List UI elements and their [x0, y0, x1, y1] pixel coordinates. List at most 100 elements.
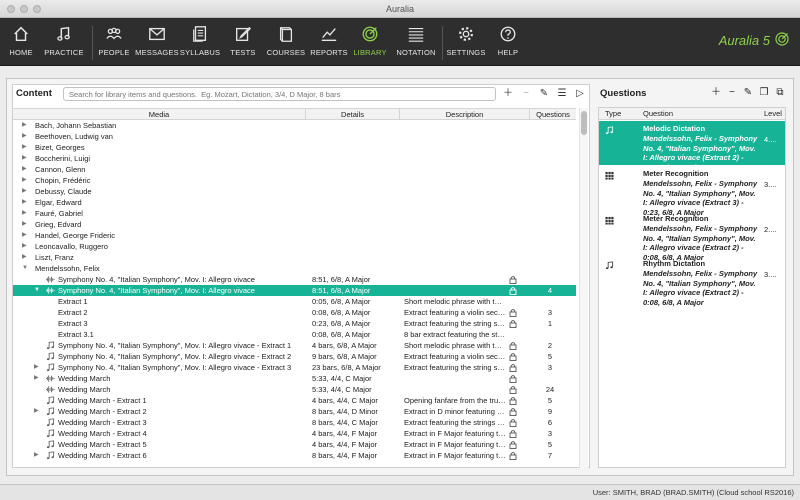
media-cell: Wedding March - Extract 2: [58, 407, 147, 416]
toolbar-library[interactable]: LIBRARY: [352, 18, 388, 66]
disclosure-collapsed-icon[interactable]: ▶: [22, 175, 27, 186]
content-row[interactable]: Wedding March - Extract 5 4 bars, 4/4, F …: [13, 439, 576, 450]
column-type[interactable]: Type: [605, 108, 621, 119]
disclosure-collapsed-icon[interactable]: ▶: [22, 230, 27, 241]
questions-panel: Questions ＋ − ✎ ❐ ⧉ Type Question Level …: [598, 84, 786, 468]
content-row[interactable]: ▶ Debussy, Claude: [13, 186, 576, 197]
content-row[interactable]: Symphony No. 4, "Italian Symphony", Mov.…: [13, 340, 576, 351]
content-row[interactable]: Extract 3 0:23, 6/8, A Major Extract featu…: [13, 318, 576, 329]
disclosure-collapsed-icon[interactable]: ▶: [22, 131, 27, 142]
disclosure-expanded-icon[interactable]: ▼: [34, 285, 40, 296]
details-cell: 5:33, 4/4, C Major: [312, 385, 372, 394]
content-row[interactable]: ▼ Symphony No. 4, "Italian Symphony", Mov…: [13, 285, 576, 296]
content-row[interactable]: Wedding March 5:33, 4/4, C Major 24: [13, 384, 576, 395]
content-row[interactable]: ▶ Wedding March - Extract 2 8 bars, 4/4, D…: [13, 406, 576, 417]
content-row[interactable]: ▼ Mendelssohn, Felix: [13, 263, 576, 274]
column-details[interactable]: Details: [306, 109, 400, 120]
minimize-window-button[interactable]: [20, 5, 28, 13]
disclosure-collapsed-icon[interactable]: ▶: [34, 450, 39, 461]
content-row[interactable]: ▶ Bach, Johann Sebastian: [13, 120, 576, 131]
copy-question-button[interactable]: ❐: [758, 86, 770, 100]
disclosure-collapsed-icon[interactable]: ▶: [22, 120, 27, 131]
disclosure-collapsed-icon[interactable]: ▶: [22, 142, 27, 153]
column-media[interactable]: Media: [13, 109, 306, 120]
toolbar-help[interactable]: HELP: [496, 18, 520, 66]
content-row[interactable]: ▶ Wedding March - Extract 6 8 bars, 4/4, F…: [13, 450, 576, 461]
question-item[interactable]: Melodic Dictation Mendelssohn, Felix - Sy…: [599, 121, 785, 172]
edit-item-button[interactable]: ✎: [537, 87, 551, 101]
play-button[interactable]: ▷: [573, 87, 587, 101]
toolbar-notation[interactable]: NOTATION: [394, 18, 438, 66]
media-cell: Bizet, Georges: [35, 143, 85, 152]
content-row[interactable]: Wedding March - Extract 3 8 bars, 4/4, C …: [13, 417, 576, 428]
question-item[interactable]: Meter Recognition Mendelssohn, Felix - Sy…: [599, 211, 785, 262]
question-level: 2....: [764, 225, 777, 234]
add-question-button[interactable]: ＋: [710, 86, 722, 100]
content-row[interactable]: Extract 3.1 0:08, 6/8, A Major 8 bar extra…: [13, 329, 576, 340]
question-item[interactable]: Rhythm Dictation Mendelssohn, Felix - Sym…: [599, 256, 785, 307]
window-controls[interactable]: [7, 5, 41, 13]
content-row[interactable]: ▶ Symphony No. 4, "Italian Symphony", Mov…: [13, 362, 576, 373]
content-row[interactable]: ▶ Leoncavallo, Ruggero: [13, 241, 576, 252]
content-row[interactable]: ▶ Elgar, Edward: [13, 197, 576, 208]
content-row[interactable]: Symphony No. 4, "Italian Symphony", Mov.…: [13, 351, 576, 362]
toolbar-people[interactable]: PEOPLE: [98, 18, 130, 66]
disclosure-collapsed-icon[interactable]: ▶: [34, 406, 39, 417]
content-row[interactable]: Symphony No. 4, "Italian Symphony", Mov.…: [13, 274, 576, 285]
window-title: Auralia: [385, 4, 414, 14]
content-row[interactable]: ▶ Chopin, Frédéric: [13, 175, 576, 186]
toolbar-settings[interactable]: SETTINGS: [446, 18, 486, 66]
disclosure-collapsed-icon[interactable]: ▶: [22, 241, 27, 252]
content-row[interactable]: ▶ Bizet, Georges: [13, 142, 576, 153]
content-row[interactable]: ▶ Fauré, Gabriel: [13, 208, 576, 219]
zoom-window-button[interactable]: [33, 5, 41, 13]
question-item[interactable]: Meter Recognition Mendelssohn, Felix - Sy…: [599, 166, 785, 217]
content-scrollbar[interactable]: [579, 108, 588, 468]
disclosure-collapsed-icon[interactable]: ▶: [22, 252, 27, 263]
questions-actions: ＋ − ✎ ❐ ⧉: [710, 86, 786, 100]
disclosure-collapsed-icon[interactable]: ▶: [22, 153, 27, 164]
column-questions[interactable]: Questions: [530, 109, 576, 120]
column-level[interactable]: Level: [764, 108, 782, 119]
content-row[interactable]: Extract 2 0:08, 6/8, A Major Extract featu…: [13, 307, 576, 318]
content-row[interactable]: Wedding March - Extract 1 4 bars, 4/4, C …: [13, 395, 576, 406]
content-row[interactable]: ▶ Liszt, Franz: [13, 252, 576, 263]
toolbar-practice[interactable]: PRACTICE: [44, 18, 84, 66]
disclosure-collapsed-icon[interactable]: ▶: [22, 164, 27, 175]
toolbar-courses[interactable]: COURSES: [266, 18, 306, 66]
close-window-button[interactable]: [7, 5, 15, 13]
disclosure-collapsed-icon[interactable]: ▶: [22, 186, 27, 197]
remove-item-button[interactable]: −: [519, 87, 533, 101]
content-row[interactable]: ▶ Handel, George Frideric: [13, 230, 576, 241]
toolbar-home[interactable]: HOME: [6, 18, 36, 66]
content-scrollbar-thumb[interactable]: [581, 111, 587, 135]
disclosure-expanded-icon[interactable]: ▼: [22, 263, 28, 274]
list-view-button[interactable]: ☰: [555, 87, 569, 101]
content-row[interactable]: Wedding March - Extract 4 4 bars, 4/4, F …: [13, 428, 576, 439]
column-description[interactable]: Description: [400, 109, 530, 120]
content-row[interactable]: ▶ Wedding March 5:33, 4/4, C Major: [13, 373, 576, 384]
content-row[interactable]: ▶ Grieg, Edvard: [13, 219, 576, 230]
library-search-input[interactable]: [63, 87, 496, 101]
content-row[interactable]: ▶ Cannon, Glenn: [13, 164, 576, 175]
disclosure-collapsed-icon[interactable]: ▶: [34, 373, 39, 384]
column-question[interactable]: Question: [643, 108, 673, 119]
toolbar-tests[interactable]: TESTS: [228, 18, 258, 66]
details-cell: 4 bars, 4/4, C Major: [312, 396, 378, 405]
toolbar-syllabus[interactable]: SYLLABUS: [180, 18, 220, 66]
content-row[interactable]: ▶ Beethoven, Ludwig van: [13, 131, 576, 142]
toolbar-messages[interactable]: MESSAGES: [134, 18, 180, 66]
disclosure-collapsed-icon[interactable]: ▶: [22, 208, 27, 219]
disclosure-collapsed-icon[interactable]: ▶: [22, 197, 27, 208]
description-cell: Extract featuring the string sect...: [404, 363, 506, 372]
content-row[interactable]: Extract 1 0:05, 6/8, A Major Short melodic…: [13, 296, 576, 307]
questions-title: Questions: [600, 88, 647, 99]
disclosure-collapsed-icon[interactable]: ▶: [22, 219, 27, 230]
toolbar-reports[interactable]: REPORTS: [310, 18, 348, 66]
add-item-button[interactable]: ＋: [501, 87, 515, 101]
remove-question-button[interactable]: −: [726, 86, 738, 100]
content-row[interactable]: ▶ Boccherini, Luigi: [13, 153, 576, 164]
export-question-button[interactable]: ⧉: [774, 86, 786, 100]
edit-question-button[interactable]: ✎: [742, 86, 754, 100]
disclosure-collapsed-icon[interactable]: ▶: [34, 362, 39, 373]
